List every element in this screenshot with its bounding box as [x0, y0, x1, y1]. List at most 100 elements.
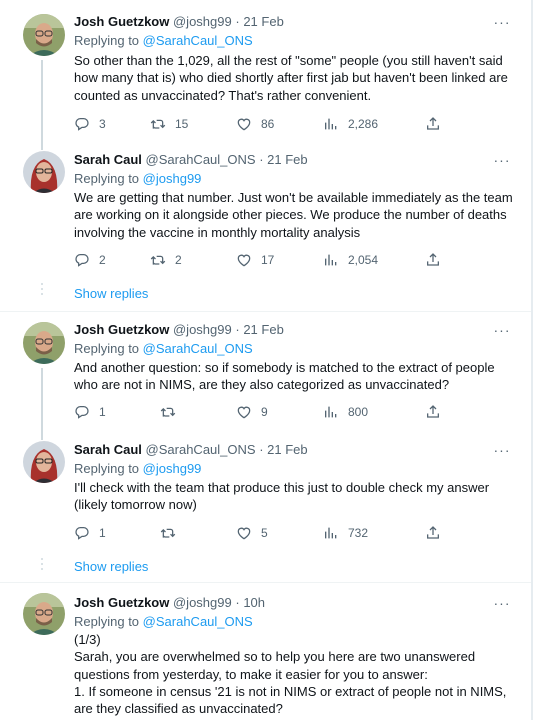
like-button[interactable]: 9 — [236, 402, 268, 422]
retweet-count: 2 — [175, 253, 182, 267]
reply-icon — [74, 404, 90, 420]
action-bar: 2 2 17 2,054 — [74, 250, 444, 270]
replying-to-link[interactable]: @joshg99 — [143, 461, 202, 476]
like-button[interactable]: 86 — [236, 114, 274, 134]
timestamp[interactable]: 21 Feb — [243, 322, 283, 337]
share-button[interactable] — [425, 523, 441, 543]
heart-icon — [236, 116, 252, 132]
timestamp[interactable]: 10h — [243, 595, 265, 610]
replying-to-link[interactable]: @joshg99 — [143, 171, 202, 186]
like-button[interactable]: 17 — [236, 250, 274, 270]
more-options-icon[interactable]: ··· — [492, 15, 512, 34]
tweet-header: Sarah Caul @SarahCaul_ONS · 21 Feb — [74, 441, 308, 458]
reply-button[interactable]: 1 — [74, 523, 106, 543]
show-replies-link[interactable]: Show replies — [74, 559, 148, 574]
views-icon — [323, 116, 339, 132]
reply-count: 1 — [99, 526, 106, 540]
avatar[interactable] — [23, 593, 65, 635]
display-name[interactable]: Josh Guetzkow — [74, 322, 169, 337]
heart-icon — [236, 525, 252, 541]
view-count: 732 — [348, 526, 369, 540]
tweet-text-line: 1. If someone in census '21 is not in NI… — [74, 683, 507, 717]
action-bar: 1 5 732 — [74, 523, 444, 543]
share-icon — [425, 404, 441, 420]
replying-to-link[interactable]: @SarahCaul_ONS — [143, 33, 253, 48]
timestamp[interactable]: 21 Feb — [243, 14, 283, 29]
display-name[interactable]: Josh Guetzkow — [74, 14, 169, 29]
user-handle[interactable]: @joshg99 — [173, 595, 232, 610]
views-button[interactable]: 732 — [323, 523, 368, 543]
replying-label: Replying to — [74, 461, 140, 476]
tweet-header: Josh Guetzkow @joshg99 · 10h — [74, 594, 265, 611]
retweet-count: 15 — [175, 117, 189, 131]
retweet-icon — [150, 252, 166, 268]
retweet-icon — [160, 404, 176, 420]
share-button[interactable] — [425, 114, 441, 134]
reply-count: 3 — [99, 117, 106, 131]
more-options-icon[interactable]: ··· — [492, 596, 512, 615]
display-name[interactable]: Josh Guetzkow — [74, 595, 169, 610]
tweet-text: I'll check with the team that produce th… — [74, 480, 490, 513]
share-icon — [425, 525, 441, 541]
views-icon — [323, 404, 339, 420]
like-button[interactable]: 5 — [236, 523, 268, 543]
views-button[interactable]: 800 — [323, 402, 368, 422]
divider — [0, 311, 533, 312]
avatar[interactable] — [23, 14, 65, 56]
user-handle[interactable]: @SarahCaul_ONS — [146, 442, 256, 457]
replying-to: Replying to @joshg99 — [74, 460, 201, 477]
views-button[interactable]: 2,054 — [323, 250, 378, 270]
share-icon — [425, 252, 441, 268]
timestamp[interactable]: 21 Feb — [267, 442, 307, 457]
tweet-text: (1/3) Sarah, you are overwhelmed so to h… — [74, 631, 514, 717]
separator-dot: · — [235, 322, 240, 337]
user-handle[interactable]: @SarahCaul_ONS — [146, 152, 256, 167]
tweet-header: Sarah Caul @SarahCaul_ONS · 21 Feb — [74, 151, 308, 168]
user-handle[interactable]: @joshg99 — [173, 322, 232, 337]
tweet-text-line: Sarah, you are overwhelmed so to help yo… — [74, 649, 476, 682]
reply-count: 1 — [99, 405, 106, 419]
thread-line — [41, 60, 43, 150]
replying-to: Replying to @SarahCaul_ONS — [74, 340, 253, 357]
thread-dots — [41, 558, 43, 573]
replying-label: Replying to — [74, 33, 140, 48]
replying-to-link[interactable]: @SarahCaul_ONS — [143, 341, 253, 356]
heart-icon — [236, 252, 252, 268]
more-options-icon[interactable]: ··· — [492, 443, 512, 462]
show-replies-link[interactable]: Show replies — [74, 286, 148, 301]
reply-button[interactable]: 3 — [74, 114, 106, 134]
avatar[interactable] — [23, 151, 65, 193]
user-handle[interactable]: @joshg99 — [173, 14, 232, 29]
share-button[interactable] — [425, 402, 441, 422]
tweet-text: So other than the 1,029, all the rest of… — [74, 53, 508, 103]
replying-to: Replying to @joshg99 — [74, 170, 201, 187]
timestamp[interactable]: 21 Feb — [267, 152, 307, 167]
display-name[interactable]: Sarah Caul — [74, 152, 142, 167]
reply-button[interactable]: 2 — [74, 250, 106, 270]
retweet-button[interactable] — [160, 402, 176, 422]
tweet-text: We are getting that number. Just won't b… — [74, 190, 513, 240]
tweet-text: And another question: so if somebody is … — [74, 360, 495, 393]
more-options-icon[interactable]: ··· — [492, 323, 512, 342]
view-count: 2,054 — [348, 253, 379, 267]
heart-icon — [236, 404, 252, 420]
avatar[interactable] — [23, 322, 65, 364]
views-button[interactable]: 2,286 — [323, 114, 378, 134]
separator-dot: · — [259, 442, 264, 457]
separator-dot: · — [259, 152, 264, 167]
views-icon — [323, 525, 339, 541]
tweet-header: Josh Guetzkow @joshg99 · 21 Feb — [74, 321, 284, 338]
retweet-button[interactable]: 2 — [150, 250, 182, 270]
like-count: 5 — [261, 526, 268, 540]
more-options-icon[interactable]: ··· — [492, 153, 512, 172]
reply-button[interactable]: 1 — [74, 402, 106, 422]
retweet-button[interactable]: 15 — [150, 114, 188, 134]
avatar[interactable] — [23, 441, 65, 483]
share-button[interactable] — [425, 250, 441, 270]
retweet-button[interactable] — [160, 523, 176, 543]
view-count: 800 — [348, 405, 369, 419]
display-name[interactable]: Sarah Caul — [74, 442, 142, 457]
replying-to-link[interactable]: @SarahCaul_ONS — [143, 614, 253, 629]
thread-line — [41, 368, 43, 440]
action-bar: 3 15 86 2,286 — [74, 114, 444, 134]
